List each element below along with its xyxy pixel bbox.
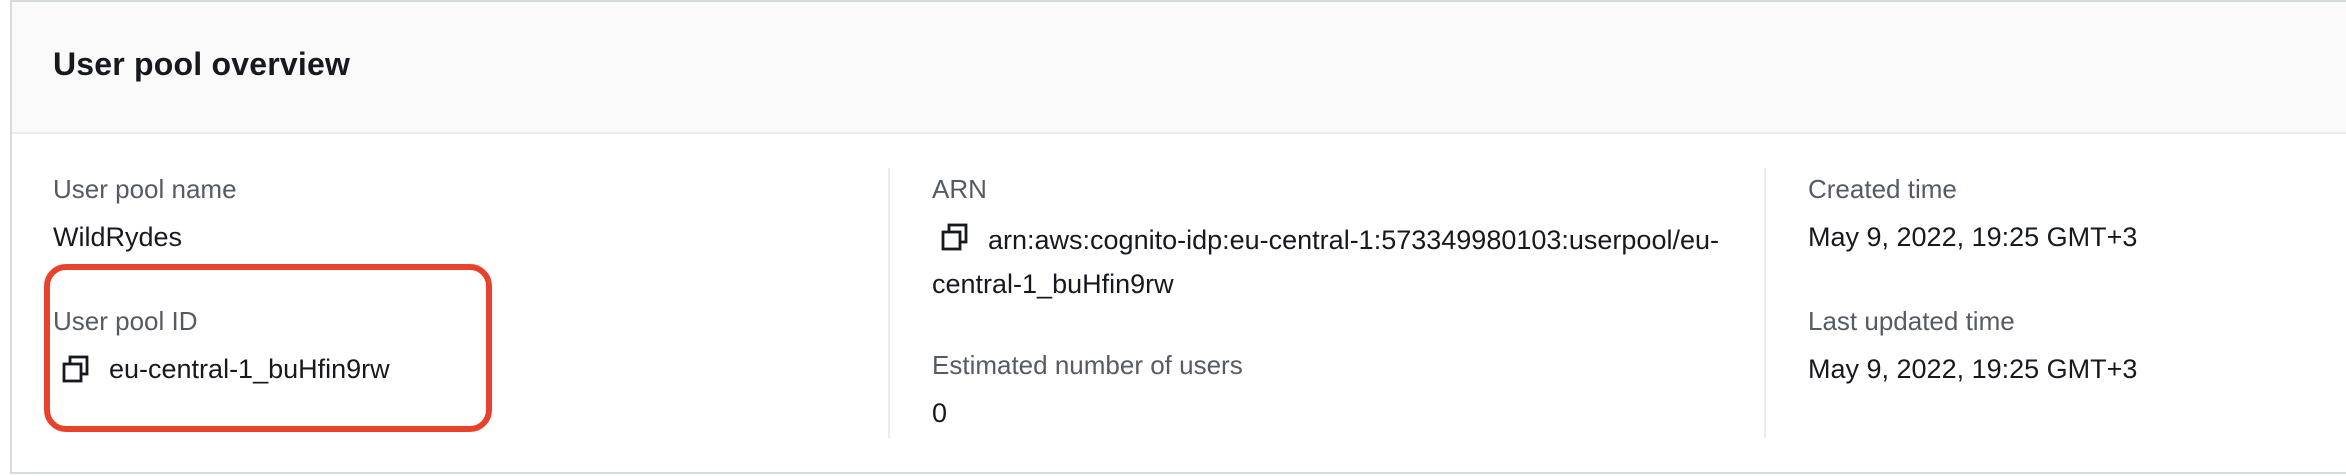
last-updated-time-label: Last updated time: [1808, 306, 2015, 336]
panel-header: User pool overview: [12, 2, 2346, 134]
arn-value: arn:aws:cognito-idp:eu-central-1:5733499…: [932, 225, 1719, 299]
arn-label: ARN: [932, 174, 987, 204]
estimated-users-value: 0: [932, 398, 948, 428]
user-pool-overview-panel: User pool overview User pool name WildRy…: [10, 0, 2346, 474]
user-pool-name-label: User pool name: [53, 174, 237, 204]
created-time-value: May 9, 2022, 19:25 GMT+3: [1808, 222, 2138, 252]
panel-title: User pool overview: [53, 46, 351, 82]
user-pool-name-value: WildRydes: [53, 222, 183, 252]
column-divider: [1764, 168, 1766, 438]
estimated-users-label: Estimated number of users: [932, 350, 1243, 380]
created-time-label: Created time: [1808, 174, 1957, 204]
user-pool-id-highlight: [44, 264, 492, 432]
column-divider: [888, 168, 890, 438]
last-updated-time-value: May 9, 2022, 19:25 GMT+3: [1808, 354, 2138, 384]
